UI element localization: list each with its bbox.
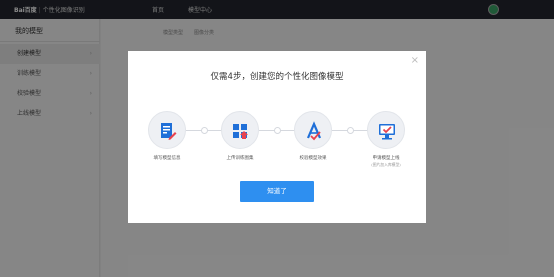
step-4-note: (图片加入库模型) <box>371 162 401 167</box>
step-3-circle <box>294 111 332 149</box>
step-1-label: 填写模型信息 <box>153 156 181 161</box>
onboarding-modal: × 仅需4步，创建您的个性化图像模型 填写模型信息 上传训练图集 校验模型效果 … <box>128 51 426 223</box>
calibrate-icon <box>306 121 322 141</box>
got-it-button[interactable]: 知道了 <box>240 181 314 202</box>
modal-title: 仅需4步，创建您的个性化图像模型 <box>210 72 344 82</box>
step-2-label: 上传训练图集 <box>226 156 254 161</box>
step-connector-dot <box>201 127 208 134</box>
close-icon[interactable]: × <box>411 56 419 66</box>
upload-images-icon <box>233 124 248 139</box>
step-3-label: 校验模型效果 <box>299 156 327 161</box>
step-4-label: 申请模型上线 <box>372 156 400 161</box>
monitor-check-icon <box>379 124 395 140</box>
document-edit-icon <box>161 123 177 140</box>
step-connector-dot <box>274 127 281 134</box>
step-1-circle <box>148 111 186 149</box>
step-connector-dot <box>347 127 354 134</box>
step-4-circle <box>367 111 405 149</box>
step-2-circle <box>221 111 259 149</box>
